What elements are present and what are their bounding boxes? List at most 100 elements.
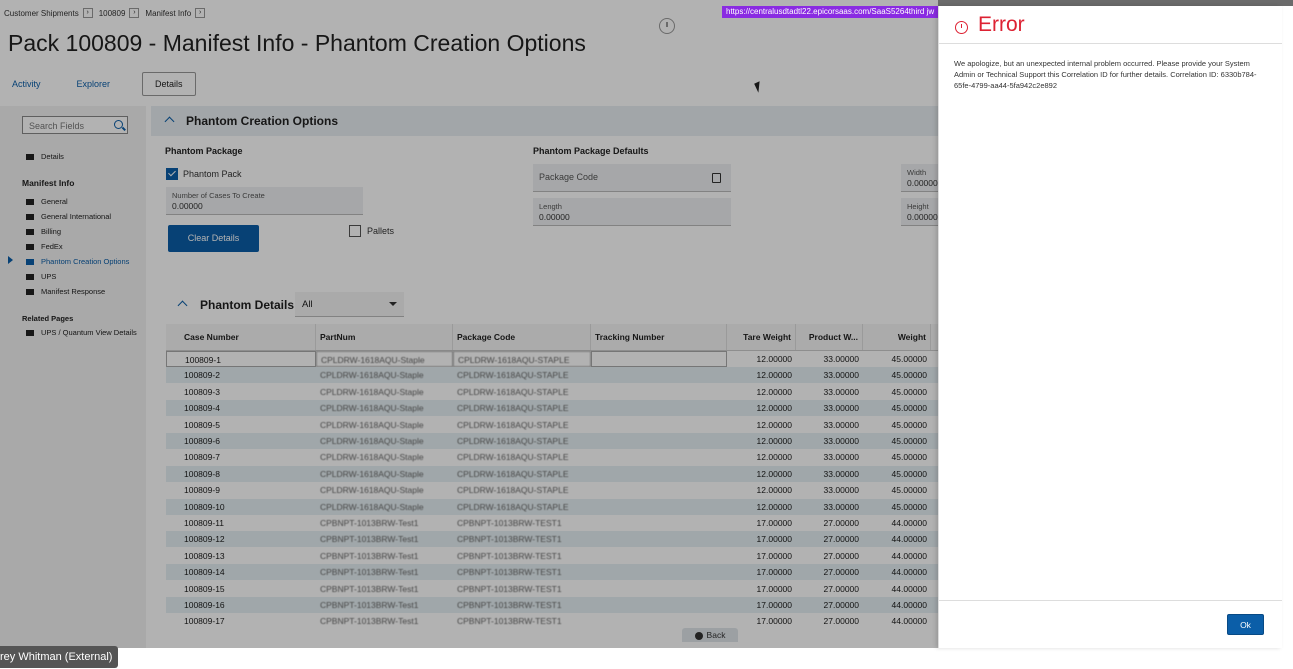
grid-cell[interactable]: 12.00000 <box>727 367 796 383</box>
url-bar[interactable]: https://centralusdtadtl22.epicorsaas.com… <box>722 6 942 18</box>
breadcrumb-item-manifest-info[interactable]: Manifest Info <box>145 9 191 18</box>
grid-cell[interactable]: CPLDRW-1618AQU-Staple <box>316 466 453 482</box>
grid-cell[interactable]: 45.00000 <box>863 351 931 367</box>
ok-button[interactable]: Ok <box>1227 614 1264 635</box>
grid-cell[interactable]: CPBNPT-1013BRW-Test1 <box>316 597 453 613</box>
grid-cell[interactable] <box>591 466 727 482</box>
phantom-details-filter-select[interactable]: All <box>295 292 404 317</box>
table-row[interactable]: 100809-3 CPLDRW-1618AQU-Staple CPLDRW-1618… <box>166 384 938 400</box>
grid-cell[interactable]: 45.00000 <box>863 384 931 400</box>
grid-cell[interactable]: CPBNPT-1013BRW-Test1 <box>316 581 453 597</box>
grid-cell[interactable]: 45.00000 <box>863 400 931 416</box>
grid-cell[interactable]: 17.00000 <box>727 564 796 580</box>
height-field[interactable]: Height 0.00000 <box>901 198 938 226</box>
grid-cell[interactable]: 33.00000 <box>796 482 863 498</box>
table-row[interactable]: 100809-14 CPBNPT-1013BRW-Test1 CPBNPT-1013… <box>166 564 938 581</box>
package-code-field[interactable]: Package Code <box>533 164 731 192</box>
grid-cell[interactable]: 27.00000 <box>796 581 863 597</box>
grid-cell[interactable] <box>591 597 727 613</box>
grid-cell[interactable]: 44.00000 <box>863 564 931 580</box>
grid-cell[interactable]: CPBNPT-1013BRW-Test1 <box>316 613 453 629</box>
grid-cell[interactable] <box>591 581 727 597</box>
grid-cell[interactable]: 12.00000 <box>727 351 796 367</box>
sidebar-item-ups-quantum-view[interactable]: UPS / Quantum View Details <box>26 328 137 337</box>
grid-cell[interactable]: CPLDRW-1618AQU-Staple <box>316 400 453 416</box>
search-icon[interactable] <box>114 120 123 129</box>
grid-cell[interactable]: CPLDRW-1618AQU-STAPLE <box>453 400 591 416</box>
sidebar-item-manifest-response[interactable]: Manifest Response <box>26 287 105 296</box>
breadcrumb-item-pack[interactable]: 100809 <box>99 9 126 18</box>
back-button[interactable]: Back <box>682 628 738 642</box>
grid-cell[interactable]: 44.00000 <box>863 515 931 531</box>
grid-cell[interactable]: 33.00000 <box>796 466 863 482</box>
grid-cell[interactable] <box>591 499 727 515</box>
history-icon[interactable] <box>659 18 675 34</box>
table-row[interactable]: 100809-7 CPLDRW-1618AQU-Staple CPLDRW-1618… <box>166 449 938 465</box>
sidebar-item-billing[interactable]: Billing <box>26 227 61 236</box>
grid-cell[interactable]: 27.00000 <box>796 531 863 547</box>
grid-cell[interactable] <box>591 564 727 580</box>
grid-cell[interactable]: 100809-4 <box>166 400 316 416</box>
grid-cell[interactable] <box>591 351 727 367</box>
grid-cell[interactable]: 45.00000 <box>863 499 931 515</box>
grid-cell[interactable]: 33.00000 <box>796 400 863 416</box>
chevron-up-icon[interactable] <box>164 116 175 127</box>
grid-cell[interactable]: CPLDRW-1618AQU-STAPLE <box>453 482 591 498</box>
sidebar-item-details[interactable]: Details <box>26 152 64 161</box>
column-header[interactable]: Case Number <box>166 324 316 350</box>
grid-cell[interactable]: 44.00000 <box>863 581 931 597</box>
grid-cell[interactable]: 45.00000 <box>863 433 931 449</box>
grid-cell[interactable]: CPLDRW-1618AQU-Staple <box>316 367 453 383</box>
grid-cell[interactable] <box>591 384 727 400</box>
grid-cell[interactable]: 27.00000 <box>796 613 863 629</box>
grid-cell[interactable]: 100809-5 <box>166 417 316 433</box>
column-header[interactable]: Product W... <box>796 324 863 350</box>
grid-cell[interactable]: 100809-15 <box>166 581 316 597</box>
column-header[interactable]: Tare Weight <box>727 324 796 350</box>
grid-cell[interactable]: CPBNPT-1013BRW-Test1 <box>316 564 453 580</box>
grid-cell[interactable]: 33.00000 <box>796 417 863 433</box>
grid-cell[interactable] <box>591 548 727 564</box>
grid-cell[interactable] <box>591 613 727 629</box>
grid-cell[interactable]: 17.00000 <box>727 597 796 613</box>
table-row[interactable]: 100809-10 CPLDRW-1618AQU-Staple CPLDRW-161… <box>166 498 938 515</box>
grid-cell[interactable]: 100809-13 <box>166 548 316 564</box>
grid-cell[interactable]: 33.00000 <box>796 499 863 515</box>
grid-cell[interactable]: 100809-8 <box>166 466 316 482</box>
grid-cell[interactable]: 100809-12 <box>166 531 316 547</box>
grid-cell[interactable]: 17.00000 <box>727 613 796 629</box>
grid-cell[interactable]: 45.00000 <box>863 466 931 482</box>
grid-cell[interactable]: CPLDRW-1618AQU-Staple <box>316 433 453 449</box>
table-row[interactable]: 100809-12 CPBNPT-1013BRW-Test1 CPBNPT-1013… <box>166 531 938 548</box>
table-row[interactable]: 100809-6 CPLDRW-1618AQU-Staple CPLDRW-1618… <box>166 433 938 449</box>
grid-cell[interactable]: 27.00000 <box>796 515 863 531</box>
grid-cell[interactable]: 44.00000 <box>863 613 931 629</box>
table-row[interactable]: 100809-16 CPBNPT-1013BRW-Test1 CPBNPT-1013… <box>166 597 938 613</box>
grid-cell[interactable]: CPLDRW-1618AQU-STAPLE <box>453 499 591 515</box>
grid-cell[interactable]: 44.00000 <box>863 531 931 547</box>
grid-cell[interactable]: 27.00000 <box>796 564 863 580</box>
clear-details-button[interactable]: Clear Details <box>168 225 259 252</box>
grid-cell[interactable]: CPLDRW-1618AQU-STAPLE <box>453 449 591 465</box>
grid-cell[interactable]: 100809-1 <box>166 351 316 367</box>
grid-cell[interactable]: 100809-9 <box>166 482 316 498</box>
breadcrumb-item-customer-shipments[interactable]: Customer Shipments <box>4 9 79 18</box>
length-field[interactable]: Length 0.00000 <box>533 198 731 226</box>
column-header[interactable]: PartNum <box>316 324 453 350</box>
table-row[interactable]: 100809-5 CPLDRW-1618AQU-Staple CPLDRW-1618… <box>166 417 938 433</box>
grid-cell[interactable]: 33.00000 <box>796 449 863 465</box>
table-row[interactable]: 100809-1 CPLDRW-1618AQU-Staple CPLDRW-1618… <box>166 351 938 367</box>
grid-cell[interactable] <box>591 482 727 498</box>
grid-cell[interactable]: CPLDRW-1618AQU-Staple <box>316 351 453 367</box>
tab-explorer[interactable]: Explorer <box>73 73 115 95</box>
grid-cell[interactable] <box>591 531 727 547</box>
section-header-phantom-creation-options[interactable]: Phantom Creation Options <box>151 106 938 136</box>
grid-cell[interactable] <box>591 417 727 433</box>
grid-cell[interactable]: 100809-11 <box>166 515 316 531</box>
grid-cell[interactable]: 12.00000 <box>727 417 796 433</box>
grid-cell[interactable]: 100809-17 <box>166 613 316 629</box>
grid-cell[interactable]: CPLDRW-1618AQU-Staple <box>316 449 453 465</box>
grid-cell[interactable]: 45.00000 <box>863 449 931 465</box>
grid-cell[interactable]: CPBNPT-1013BRW-TEST1 <box>453 564 591 580</box>
grid-cell[interactable]: 44.00000 <box>863 548 931 564</box>
